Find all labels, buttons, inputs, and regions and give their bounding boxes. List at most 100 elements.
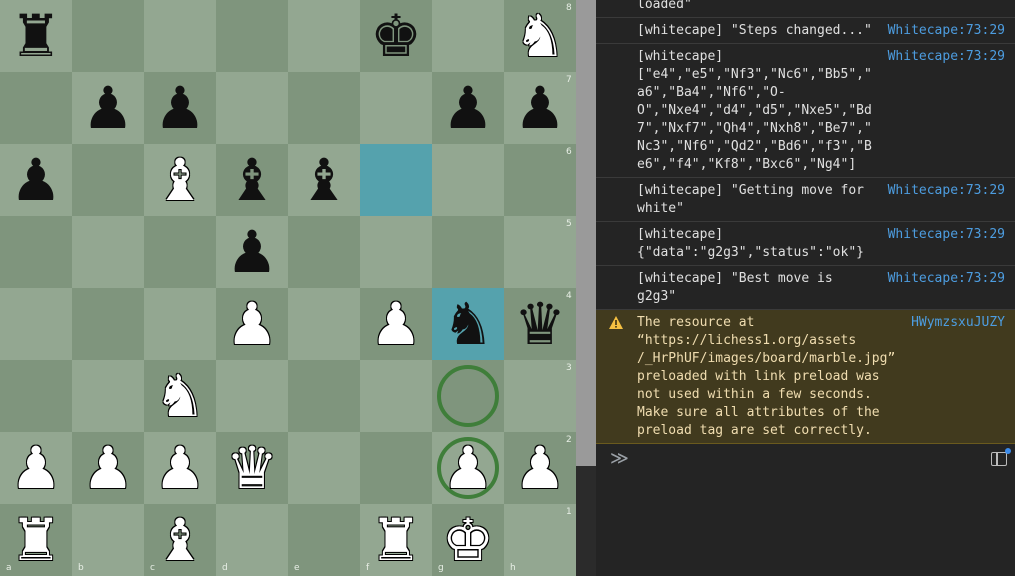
file-label: h	[510, 563, 516, 573]
console-log-entry: [whitecape] {"data":"g2g3","status":"ok"}…	[596, 222, 1015, 266]
white-pawn-icon[interactable]: ♟	[216, 288, 288, 360]
log-message-line: ["e4","e5","Nf3","Nc6","Bb5","	[637, 67, 872, 82]
white-pawn-icon[interactable]: ♟	[72, 432, 144, 504]
prompt-chevron-icon: ≫	[610, 448, 629, 469]
log-message-line: {"data":"g2g3","status":"ok"}	[637, 245, 864, 260]
black-bishop-icon[interactable]: ♝	[216, 144, 288, 216]
square-f6[interactable]	[360, 144, 432, 216]
square-a3[interactable]	[0, 360, 72, 432]
square-a7[interactable]	[0, 72, 72, 144]
black-pawn-icon[interactable]: ♟	[432, 72, 504, 144]
log-source-link[interactable]: HWymzsxuJUZY	[911, 314, 1005, 332]
log-source-link[interactable]: Whitecape:73:29	[888, 22, 1005, 40]
log-message-line: [whitecape] "Getting move for	[637, 183, 864, 198]
square-d8[interactable]	[216, 0, 288, 72]
scrollbar-track[interactable]	[576, 0, 596, 466]
square-c8[interactable]	[144, 0, 216, 72]
square-d3[interactable]	[216, 360, 288, 432]
square-c4[interactable]	[144, 288, 216, 360]
square-g6[interactable]	[432, 144, 504, 216]
log-message-line: g2g3"	[637, 289, 677, 304]
white-pawn-icon[interactable]: ♟	[0, 432, 72, 504]
square-b3[interactable]	[72, 360, 144, 432]
log-message-line: preload tag are set correctly.	[637, 423, 872, 438]
white-bishop-icon[interactable]: ♝	[144, 504, 216, 576]
square-b6[interactable]	[72, 144, 144, 216]
rank-label: 3	[566, 363, 572, 373]
log-source-link[interactable]: Whitecape:73:29	[888, 182, 1005, 200]
console-warning-entry: The resource at “https://lichess1.org/ass…	[596, 310, 1015, 444]
black-knight-icon[interactable]: ♞	[432, 288, 504, 360]
board-scrollbar[interactable]	[576, 0, 596, 576]
black-rook-icon[interactable]: ♜	[0, 0, 72, 72]
devtools-console: loaded" [whitecape] "Steps changed..." Whi…	[596, 0, 1015, 576]
square-a5[interactable]	[0, 216, 72, 288]
console-log-entry: [whitecape] "Getting move for white" White…	[596, 178, 1015, 222]
log-message-line: [whitecape] "Best move is	[637, 271, 833, 286]
console-log-entry: [whitecape] "Steps changed..." Whitecape:…	[596, 18, 1015, 44]
log-message-line: [whitecape]	[637, 227, 724, 242]
square-e5[interactable]	[288, 216, 360, 288]
square-e7[interactable]	[288, 72, 360, 144]
black-queen-icon[interactable]: ♛	[504, 288, 576, 360]
white-knight-icon[interactable]: ♞	[144, 360, 216, 432]
black-pawn-icon[interactable]: ♟	[216, 216, 288, 288]
square-f5[interactable]	[360, 216, 432, 288]
black-pawn-icon[interactable]: ♟	[0, 144, 72, 216]
log-message-line: a6","Ba4","Nf6","O-	[637, 85, 786, 100]
log-message-line: [whitecape] "Steps changed..."	[637, 23, 872, 38]
log-message-line: white"	[637, 201, 684, 216]
rank-label: 5	[566, 219, 572, 229]
white-knight-icon[interactable]: ♞	[504, 0, 576, 72]
square-b8[interactable]	[72, 0, 144, 72]
console-log-entry: [whitecape] ["e4","e5","Nf3","Nc6","Bb5",…	[596, 44, 1015, 178]
chessboard-area: 8 7 6 5 4 3 2 1 a b c d e f g h ♜ ♚ ♞ ♟ ♟ ♟ ♟ ♟ ♝ ♝ ♝ ♟ ♟ ♟ ♞ ♛ ♞ ♟ ♟ ♟ ♛ ♟ ♟ ♜…	[0, 0, 576, 576]
white-king-icon[interactable]: ♚	[432, 504, 504, 576]
square-e8[interactable]	[288, 0, 360, 72]
notification-dot	[1005, 448, 1011, 454]
square-g5[interactable]	[432, 216, 504, 288]
log-message-line: e6","f4","Kf8","Bxc6","Ng4"]	[637, 157, 857, 172]
console-log-entry: loaded"	[596, 0, 1015, 18]
white-queen-icon[interactable]: ♛	[216, 432, 288, 504]
chessboard[interactable]: 8 7 6 5 4 3 2 1 a b c d e f g h ♜ ♚ ♞ ♟ ♟ ♟ ♟ ♟ ♝ ♝ ♝ ♟ ♟ ♟ ♞ ♛ ♞ ♟ ♟ ♟ ♛ ♟ ♟ ♜…	[0, 0, 576, 576]
square-f3[interactable]	[360, 360, 432, 432]
square-f7[interactable]	[360, 72, 432, 144]
rank-label: 1	[566, 507, 572, 517]
log-message-line: Nc3","Nf6","Qd2","Bd6","f3","B	[637, 139, 872, 154]
console-log-entry: [whitecape] "Best move is g2g3" Whitecape:…	[596, 266, 1015, 310]
black-king-icon[interactable]: ♚	[360, 0, 432, 72]
square-e2[interactable]	[288, 432, 360, 504]
square-a4[interactable]	[0, 288, 72, 360]
black-bishop-icon[interactable]: ♝	[288, 144, 360, 216]
square-b5[interactable]	[72, 216, 144, 288]
move-destination-ring-g3[interactable]	[437, 365, 499, 427]
file-label: d	[222, 563, 228, 573]
square-g8[interactable]	[432, 0, 504, 72]
rank-label: 6	[566, 147, 572, 157]
log-message-line: Make sure all attributes of the	[637, 405, 880, 420]
square-f2[interactable]	[360, 432, 432, 504]
white-pawn-icon[interactable]: ♟	[360, 288, 432, 360]
black-pawn-icon[interactable]: ♟	[72, 72, 144, 144]
console-sidebar-toggle-icon[interactable]	[991, 452, 1007, 466]
white-pawn-icon[interactable]: ♟	[144, 432, 216, 504]
console-prompt[interactable]: ≫	[596, 444, 1015, 476]
square-c5[interactable]	[144, 216, 216, 288]
square-e4[interactable]	[288, 288, 360, 360]
log-source-link[interactable]: Whitecape:73:29	[888, 270, 1005, 288]
square-d7[interactable]	[216, 72, 288, 144]
log-message-line: O","Nxe4","d4","d5","Nxe5","Bd	[637, 103, 872, 118]
white-bishop-icon[interactable]: ♝	[144, 144, 216, 216]
white-pawn-icon[interactable]: ♟	[432, 432, 504, 504]
file-label: e	[294, 563, 300, 573]
white-rook-icon[interactable]: ♜	[0, 504, 72, 576]
square-e3[interactable]	[288, 360, 360, 432]
log-source-link[interactable]: Whitecape:73:29	[888, 226, 1005, 244]
black-pawn-icon[interactable]: ♟	[504, 72, 576, 144]
square-b4[interactable]	[72, 288, 144, 360]
log-source-link[interactable]: Whitecape:73:29	[888, 48, 1005, 66]
black-pawn-icon[interactable]: ♟	[144, 72, 216, 144]
white-pawn-icon[interactable]: ♟	[504, 432, 576, 504]
white-rook-icon[interactable]: ♜	[360, 504, 432, 576]
